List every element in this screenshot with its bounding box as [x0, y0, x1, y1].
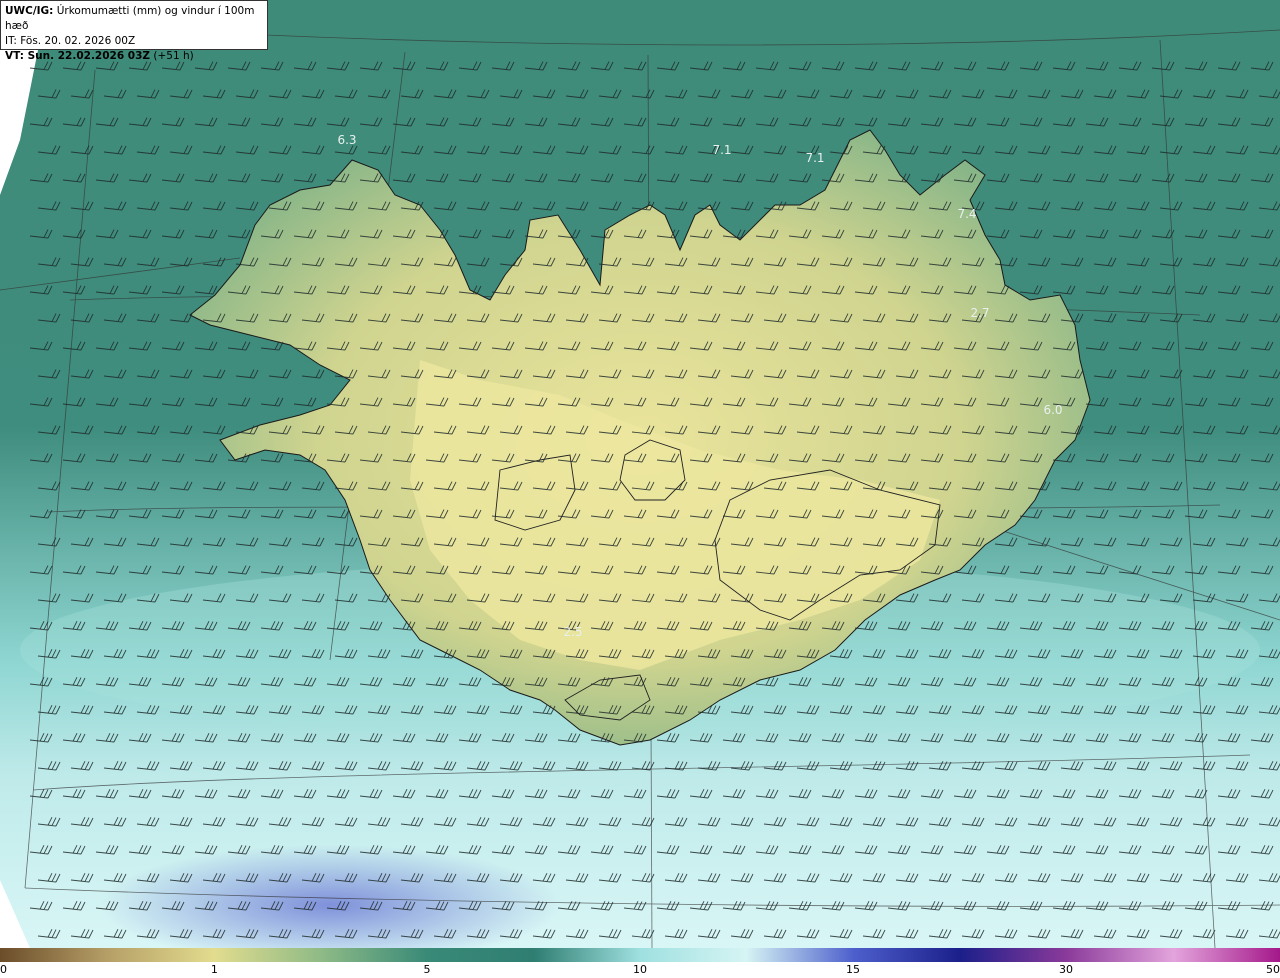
initial-time: IT: Fös. 20. 02. 2026 00Z [5, 35, 136, 47]
colorbar-tick-label: 15 [845, 963, 860, 976]
forecast-hour: (+51 h) [150, 50, 194, 62]
colorbar-tick-label: 0 [0, 963, 7, 976]
colorbar-tick-label: 50 [1266, 963, 1280, 976]
colorbar-tick-label: 30 [1058, 963, 1073, 976]
precip-value: 7.1 [805, 151, 824, 165]
colorbar-ticks: 0 1 5 10 15 30 50 [0, 962, 1280, 978]
colorbar-tick-label: 1 [210, 963, 218, 976]
precip-value: 6.0 [1043, 403, 1062, 417]
product-code: UWC/IG: [5, 5, 54, 17]
precip-value: 2.7 [970, 306, 989, 320]
precip-value: 7.1 [712, 143, 731, 157]
precip-value: 2.5 [563, 625, 582, 639]
colorbar-tick-label: 5 [423, 963, 431, 976]
valid-time: VT: Sun. 22.02.2026 03Z [5, 50, 151, 62]
precip-value: 7.4 [957, 207, 976, 221]
precip-value: 6.3 [337, 133, 356, 147]
precipitation-wind-map: 6.3 7.1 7.1 7.4 2.7 6.0 2.5 [0, 0, 1280, 948]
map-header: UWC/IG: Úrkomumætti (mm) og vindur í 100… [0, 0, 268, 62]
colorbar-tick-label: 10 [633, 963, 647, 976]
colorbar [0, 948, 1280, 962]
